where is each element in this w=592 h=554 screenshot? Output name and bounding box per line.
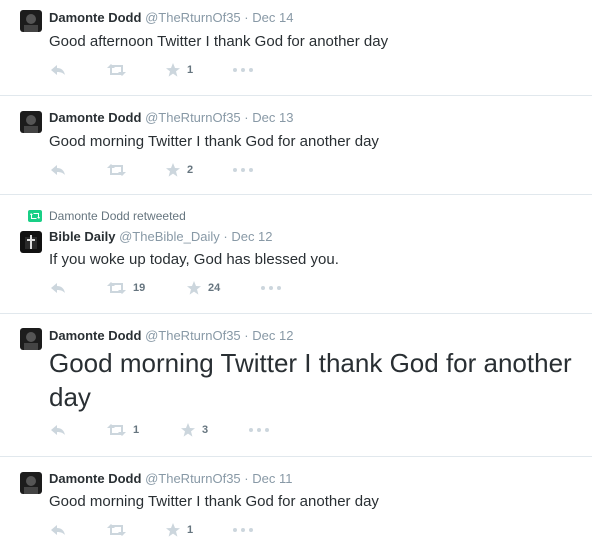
tweet[interactable]: Damonte Dodd retweeted Bible Daily @TheB… [0,195,592,313]
tweet-header: Damonte Dodd @TheRturnOf35 · Dec 13 [49,110,293,126]
more-button[interactable] [249,423,269,437]
separator: · [244,328,249,343]
avatar[interactable] [20,328,42,350]
timestamp[interactable]: Dec 13 [252,110,293,125]
more-button[interactable] [233,163,253,177]
tweet-actions: 19 24 [50,281,290,295]
reply-icon [51,525,65,535]
user-name[interactable]: Bible Daily [49,229,115,244]
tweet-actions: 1 [50,63,260,77]
tweet[interactable]: Damonte Dodd @TheRturnOf35 · Dec 14 Good… [0,0,592,95]
favorite-button[interactable]: 1 [166,63,193,77]
more-button[interactable] [233,523,253,537]
separator: · [244,471,249,486]
more-icon [233,528,253,532]
user-name[interactable]: Damonte Dodd [49,328,141,343]
star-icon [166,63,180,77]
user-name[interactable]: Damonte Dodd [49,10,141,25]
separator: · [244,110,249,125]
reply-button[interactable] [50,523,66,537]
retweet-icon [107,282,126,294]
reply-icon [51,425,65,435]
tweet-header: Damonte Dodd @TheRturnOf35 · Dec 11 [49,471,292,487]
tweet-actions: 1 3 [50,423,270,437]
reply-icon [51,65,65,75]
favorite-count: 2 [187,164,194,176]
user-handle[interactable]: @TheBible_Daily [119,229,220,244]
avatar[interactable] [20,231,42,253]
tweet-actions: 1 [50,523,260,537]
tweet-header: Bible Daily @TheBible_Daily · Dec 12 [49,229,273,245]
tweet-header: Damonte Dodd @TheRturnOf35 · Dec 12 [49,328,293,344]
favorite-button[interactable]: 2 [166,163,193,177]
user-name[interactable]: Damonte Dodd [49,471,141,486]
more-icon [261,286,281,290]
favorite-count: 1 [187,524,194,536]
star-icon [187,281,201,295]
user-handle[interactable]: @TheRturnOf35 [145,110,241,125]
reply-button[interactable] [50,163,66,177]
timestamp[interactable]: Dec 12 [231,229,272,244]
user-handle[interactable]: @TheRturnOf35 [145,471,241,486]
separator: · [223,229,228,244]
more-icon [233,168,253,172]
timestamp[interactable]: Dec 12 [252,328,293,343]
reply-button[interactable] [50,423,66,437]
tweet-header: Damonte Dodd @TheRturnOf35 · Dec 14 [49,10,293,26]
avatar[interactable] [20,111,42,133]
favorite-count: 1 [187,64,194,76]
retweet-icon [28,210,42,222]
favorite-button[interactable]: 3 [181,423,208,437]
retweet-count: 19 [133,282,146,294]
tweet-text: Good afternoon Twitter I thank God for a… [49,33,389,50]
retweet-icon [107,424,126,436]
favorite-count: 3 [202,424,209,436]
tweet[interactable]: Damonte Dodd @TheRturnOf35 · Dec 13 Good… [0,96,592,194]
tweet[interactable]: Damonte Dodd @TheRturnOf35 · Dec 12 Good… [0,314,592,456]
timestamp[interactable]: Dec 14 [252,10,293,25]
separator: · [244,10,249,25]
retweet-icon [107,64,126,76]
retweet-count: 1 [133,424,140,436]
retweet-icon [107,164,126,176]
user-name[interactable]: Damonte Dodd [49,110,141,125]
avatar[interactable] [20,10,42,32]
user-handle[interactable]: @TheRturnOf35 [145,328,241,343]
tweet[interactable]: Damonte Dodd @TheRturnOf35 · Dec 11 Good… [0,457,592,554]
retweet-icon [107,524,126,536]
favorite-count: 24 [208,282,221,294]
more-button[interactable] [261,281,281,295]
reply-icon [51,165,65,175]
avatar[interactable] [20,472,42,494]
star-icon [166,163,180,177]
more-icon [249,428,269,432]
retweet-button[interactable]: 1 [107,423,139,437]
tweet-text: Good morning Twitter I thank God for ano… [49,348,572,412]
retweet-button[interactable] [107,63,133,77]
favorite-button[interactable]: 24 [187,281,220,295]
retweet-button[interactable] [107,523,133,537]
tweet-text: Good morning Twitter I thank God for ano… [49,493,379,510]
reply-button[interactable] [50,63,66,77]
reply-button[interactable] [50,281,66,295]
star-icon [181,423,195,437]
user-handle[interactable]: @TheRturnOf35 [145,10,241,25]
retweet-button[interactable]: 19 [107,281,145,295]
retweet-button[interactable] [107,163,133,177]
timestamp[interactable]: Dec 11 [252,471,292,486]
more-icon [233,68,253,72]
more-button[interactable] [233,63,253,77]
retweet-context: Damonte Dodd retweeted [28,209,186,223]
star-icon [166,523,180,537]
tweet-actions: 2 [50,163,260,177]
tweet-text: If you woke up today, God has blessed yo… [49,251,339,268]
favorite-button[interactable]: 1 [166,523,193,537]
retweet-context-label[interactable]: Damonte Dodd retweeted [49,209,186,223]
tweet-text: Good morning Twitter I thank God for ano… [49,133,379,150]
reply-icon [51,283,65,293]
